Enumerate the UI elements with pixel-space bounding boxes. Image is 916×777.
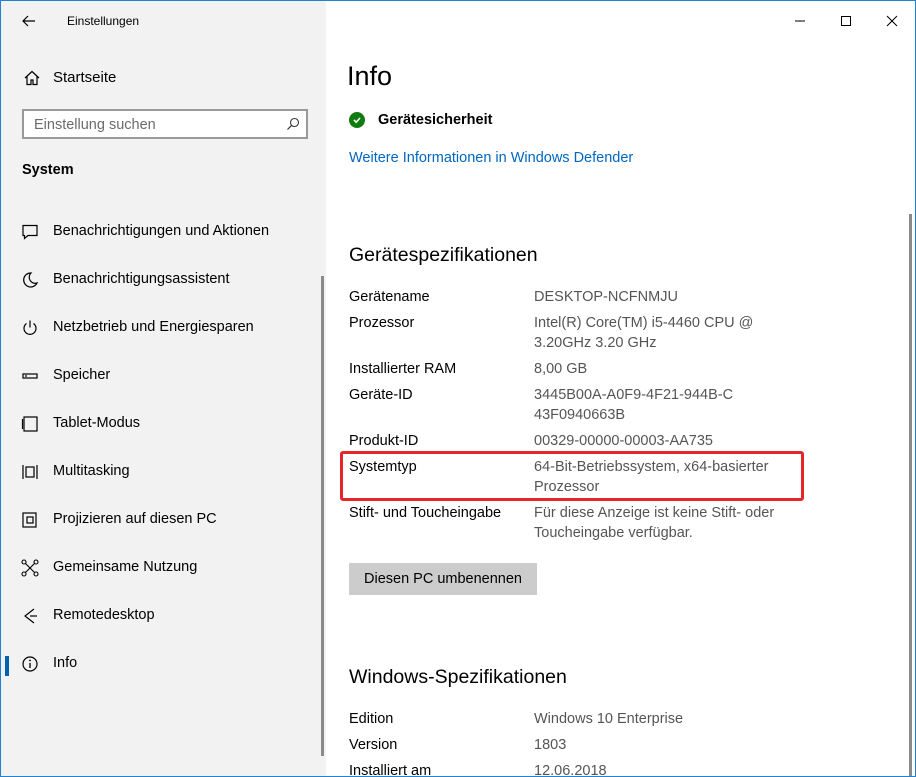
main-content: Info Gerätesicherheit Weitere Informatio… [327,1,915,776]
spec-label: Produkt-ID [349,433,419,449]
sidebar-item-storage[interactable]: Speicher [1,356,321,396]
sidebar-item-label: Tablet-Modus [53,415,141,431]
spec-value: 8,00 GB [534,361,588,377]
device-security-row: Gerätesicherheit [349,112,492,128]
sidebar-item-focus-assist[interactable]: Benachrichtigungsassistent [1,260,321,300]
sidebar-item-label: Remotedesktop [53,607,155,623]
search-icon [287,117,300,130]
sidebar-item-info[interactable]: Info [1,644,321,684]
sidebar-item-multitasking[interactable]: Multitasking [1,452,321,492]
defender-link[interactable]: Weitere Informationen in Windows Defende… [349,150,633,166]
spec-value: DESKTOP-NCFNMJU [534,289,678,305]
spec-value: Intel(R) Core(TM) i5-4460 CPU @ 3.20GHz … [534,315,754,351]
spec-value: 00329-00000-00003-AA735 [534,433,713,449]
sidebar-item-label: Speicher [53,367,111,383]
spec-label: Installiert am [349,763,432,777]
back-arrow-icon [22,15,35,27]
sidebar-item-label: Benachrichtigungsassistent [53,271,230,287]
checkmark-icon [349,112,365,128]
page-title: Info [347,61,393,91]
spec-value: 3445B00A-A0F9-4F21-944B-C43F0940663B [534,387,734,423]
sidebar-item-label: Benachrichtigungen und Aktionen [53,223,270,239]
spec-label: Stift- und Toucheingabe [349,505,502,521]
moon-icon [23,272,39,288]
spec-value: 1803 [534,737,567,753]
notification-icon [22,224,38,240]
spec-value: Für diese Anzeige ist keine Stift- oder … [534,505,775,541]
project-icon [22,512,37,528]
sidebar-item-label: Info [53,655,78,671]
back-button[interactable] [15,9,43,33]
search-placeholder: Einstellung suchen [34,117,156,133]
sidebar-item-notifications[interactable]: Benachrichtigungen und Aktionen [1,212,321,252]
spec-label: Prozessor [349,315,415,331]
sidebar-item-label: Gemeinsame Nutzung [53,559,198,575]
multitasking-icon [22,465,38,479]
spec-label: Gerätename [349,289,430,305]
rename-pc-button[interactable]: Diesen PC umbenennen [349,563,537,595]
tablet-icon [21,416,38,432]
power-icon [23,320,37,335]
sidebar-group-title: System [22,162,74,178]
spec-value: Windows 10 Enterprise [534,711,684,727]
storage-icon [22,373,38,379]
app-title: Einstellungen [67,14,140,28]
windows-specs-heading: Windows-Spezifikationen [349,666,567,688]
spec-label: Version [349,737,398,753]
sidebar-item-label: Netzbetrieb und Energiesparen [53,319,254,335]
active-indicator [5,656,9,676]
sidebar-item-tablet-mode[interactable]: Tablet-Modus [1,404,321,444]
settings-window: Einstellungen Startseite Einstellung suc… [0,0,916,777]
info-icon [22,656,38,672]
sidebar-item-shared-experiences[interactable]: Gemeinsame Nutzung [1,548,321,588]
spec-value: 12.06.2018 [534,763,607,777]
main-scrollbar[interactable] [909,214,912,776]
spec-label: Edition [349,711,394,727]
highlight-box [340,451,804,501]
share-icon [21,559,39,577]
sidebar-item-home[interactable]: Startseite [1,63,326,93]
title-bar: Einstellungen [1,1,326,41]
sidebar: Einstellungen Startseite Einstellung suc… [1,1,326,776]
sidebar-scrollbar[interactable] [321,276,324,756]
spec-label: Installierter RAM [349,361,457,377]
sidebar-item-project[interactable]: Projizieren auf diesen PC [1,500,321,540]
sidebar-item-label: Projizieren auf diesen PC [53,511,217,527]
device-specs-heading: Gerätespezifikationen [349,244,538,266]
sidebar-item-label: Multitasking [53,463,130,479]
remote-icon [24,608,37,624]
sidebar-item-label: Startseite [53,69,117,86]
sidebar-item-remote-desktop[interactable]: Remotedesktop [1,596,321,636]
settings-search-input[interactable]: Einstellung suchen [22,109,308,139]
device-security-label: Gerätesicherheit [378,112,493,128]
home-icon [24,70,40,86]
spec-label: Geräte-ID [349,387,413,403]
sidebar-item-power[interactable]: Netzbetrieb und Energiesparen [1,308,321,348]
